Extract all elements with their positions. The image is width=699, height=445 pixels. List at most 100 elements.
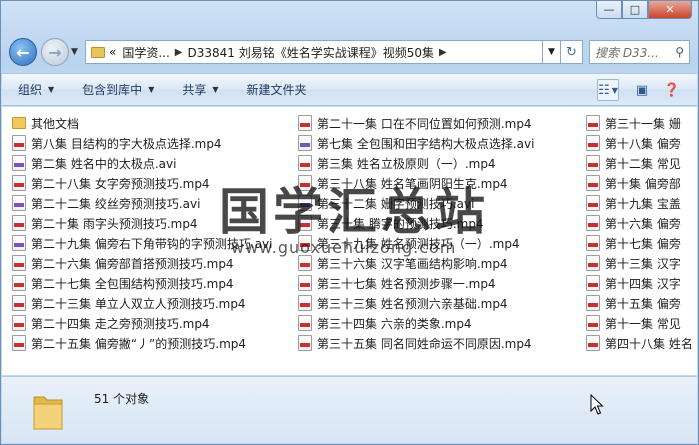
file-name: 第十六集 偏旁: [605, 216, 681, 231]
file-item[interactable]: 第二十五集 偏旁撇“丿”的预测技巧.mp4: [12, 333, 292, 353]
file-item[interactable]: 第三十四集 六亲的类象.mp4: [298, 313, 586, 333]
organize-button[interactable]: 组织 ▼: [18, 81, 54, 98]
mp4-file-icon: [586, 115, 600, 131]
mp4-file-icon: [298, 315, 312, 331]
file-item[interactable]: 第十八集 偏旁: [586, 133, 697, 153]
file-item[interactable]: 第八集 目结构的字大极点选择.mp4: [12, 133, 292, 153]
minimize-button[interactable]: —: [596, 1, 622, 19]
file-name: 第三十集 腾字的预测技巧.mp4: [317, 216, 484, 231]
address-dropdown[interactable]: ▼: [543, 40, 561, 64]
avi-file-icon: [12, 195, 26, 211]
mp4-file-icon: [298, 275, 312, 291]
file-item[interactable]: 第三十集 腾字的预测技巧.mp4: [298, 213, 586, 233]
file-item[interactable]: 第十七集 偏旁: [586, 233, 697, 253]
help-button[interactable]: ❓: [661, 79, 683, 101]
address-overflow[interactable]: «: [109, 45, 116, 59]
file-item[interactable]: 第三十一集 姗: [586, 113, 697, 133]
file-item[interactable]: 第四十八集 姓名: [586, 333, 697, 353]
file-name: 第四十八集 姓名: [605, 336, 693, 351]
file-item[interactable]: 第十九集 宝盖: [586, 193, 697, 213]
folder-item[interactable]: 其他文档: [12, 113, 292, 133]
file-item[interactable]: 第二十八集 女字旁预测技巧.mp4: [12, 173, 292, 193]
file-name: 第三十四集 六亲的类象.mp4: [317, 316, 472, 331]
file-item[interactable]: 第二集 姓名中的太极点.avi: [12, 153, 292, 173]
share-button[interactable]: 共享 ▼: [182, 81, 218, 98]
file-name: 第二十五集 偏旁撇“丿”的预测技巧.mp4: [31, 336, 247, 351]
file-name: 第八集 目结构的字大极点选择.mp4: [31, 136, 222, 151]
breadcrumb-current[interactable]: D33841 刘易铭《姓名学实战课程》视频50集: [188, 44, 435, 61]
breadcrumb-parent[interactable]: 国学资...: [122, 44, 169, 61]
file-item[interactable]: 第七集 全包围和田字结构大极点选择.avi: [298, 133, 586, 153]
avi-file-icon: [12, 155, 26, 171]
file-item[interactable]: 第三十九集 姓名预测技巧（一）.mp4: [298, 233, 586, 253]
new-folder-label: 新建文件夹: [246, 83, 307, 97]
file-item[interactable]: 第二十集 雨字头预测技巧.mp4: [12, 213, 292, 233]
file-item[interactable]: 第二十四集 走之旁预测技巧.mp4: [12, 313, 292, 333]
file-item[interactable]: 第十五集 偏旁: [586, 293, 697, 313]
file-item[interactable]: 第三十六集 汉字笔画结构影响.mp4: [298, 253, 586, 273]
file-item[interactable]: 第二十一集 口在不同位置如何预测.mp4: [298, 113, 586, 133]
back-button[interactable]: ←: [9, 38, 37, 66]
mp4-file-icon: [12, 135, 26, 151]
mp4-file-icon: [12, 175, 26, 191]
file-column-1: 其他文档第八集 目结构的字大极点选择.mp4 第二集 姓名中的太极点.avi 第二十…: [12, 113, 292, 353]
chevron-down-icon: ▼: [611, 85, 618, 95]
file-name: 第十五集 偏旁: [605, 296, 681, 311]
file-name: 第三十八集 姓名笔画阴阳生克.mp4: [317, 176, 508, 191]
close-button[interactable]: ✕: [648, 1, 692, 19]
file-item[interactable]: 第十集 偏旁部: [586, 173, 697, 193]
change-view-button[interactable]: ☷ ▼: [597, 79, 619, 101]
search-placeholder: 搜索 D33...: [595, 45, 659, 60]
navigation-bar: ← → ▼ « 国学资... ▶ D33841 刘易铭《姓名学实战课程》视频50…: [9, 37, 690, 67]
mp4-file-icon: [298, 115, 312, 131]
file-item[interactable]: 第十六集 偏旁: [586, 213, 697, 233]
mp4-file-icon: [12, 315, 26, 331]
chevron-down-icon: ▼: [148, 85, 155, 94]
file-name: 第三十二集 姗字预测技巧.avi: [317, 196, 475, 211]
file-name: 第三十一集 姗: [605, 116, 681, 131]
new-folder-button[interactable]: 新建文件夹: [247, 81, 307, 98]
file-name: 第二十八集 女字旁预测技巧.mp4: [31, 176, 210, 191]
address-bar[interactable]: « 国学资... ▶ D33841 刘易铭《姓名学实战课程》视频50集 ▶: [85, 40, 543, 64]
file-item[interactable]: 第三十五集 同名同姓命运不同原因.mp4: [298, 333, 586, 353]
file-item[interactable]: 第十三集 汉字: [586, 253, 697, 273]
file-item[interactable]: 第二十七集 全包围结构预测技巧.mp4: [12, 273, 292, 293]
maximize-button[interactable]: □: [622, 1, 648, 19]
mp4-file-icon: [586, 315, 600, 331]
file-item[interactable]: 第十一集 常见: [586, 313, 697, 333]
forward-button[interactable]: →: [41, 38, 69, 66]
organize-label: 组织: [18, 83, 43, 97]
search-icon[interactable]: ⚲: [675, 45, 684, 59]
object-count: 51 个对象: [94, 392, 150, 406]
mp4-file-icon: [298, 295, 312, 311]
file-item[interactable]: 第三十三集 姓名预测六亲基础.mp4: [298, 293, 586, 313]
file-name: 第三十三集 姓名预测六亲基础.mp4: [317, 296, 508, 311]
file-item[interactable]: 第三十七集 姓名预测步骤一.mp4: [298, 273, 586, 293]
file-name: 第十二集 常见: [605, 156, 681, 171]
file-name: 第七集 全包围和田字结构大极点选择.avi: [317, 136, 535, 151]
preview-pane-button[interactable]: ▣: [631, 79, 653, 101]
chevron-right-icon[interactable]: ▶: [175, 47, 183, 58]
include-in-library-button[interactable]: 包含到库中 ▼: [82, 81, 154, 98]
file-item[interactable]: 第三十二集 姗字预测技巧.avi: [298, 193, 586, 213]
share-label: 共享: [182, 83, 207, 97]
file-item[interactable]: 第三十八集 姓名笔画阴阳生克.mp4: [298, 173, 586, 193]
search-input[interactable]: 搜索 D33... ⚲: [589, 40, 690, 64]
mp4-file-icon: [586, 235, 600, 251]
file-item[interactable]: 第二十九集 偏旁右下角带钩的字预测技巧.avi: [12, 233, 292, 253]
file-item[interactable]: 第二十三集 单立人双立人预测技巧.mp4: [12, 293, 292, 313]
file-name: 第二十六集 偏旁部首搭预测技巧.mp4: [31, 256, 234, 271]
recent-pages-dropdown[interactable]: ▼: [71, 47, 81, 57]
file-name: 第三十六集 汉字笔画结构影响.mp4: [317, 256, 508, 271]
file-item[interactable]: 第三集 姓名立极原则（一）.mp4: [298, 153, 586, 173]
file-item[interactable]: 第二十六集 偏旁部首搭预测技巧.mp4: [12, 253, 292, 273]
refresh-button[interactable]: ↻: [561, 40, 583, 64]
caption-buttons: — □ ✕: [596, 1, 692, 19]
file-item[interactable]: 第十二集 常见: [586, 153, 697, 173]
mp4-file-icon: [586, 135, 600, 151]
file-item[interactable]: 第二十二集 绞丝旁预测技巧.avi: [12, 193, 292, 213]
file-item[interactable]: 第十四集 汉字: [586, 273, 697, 293]
chevron-right-icon[interactable]: ▶: [439, 47, 447, 58]
file-name: 第十三集 汉字: [605, 256, 681, 271]
file-name: 第三十五集 同名同姓命运不同原因.mp4: [317, 336, 532, 351]
